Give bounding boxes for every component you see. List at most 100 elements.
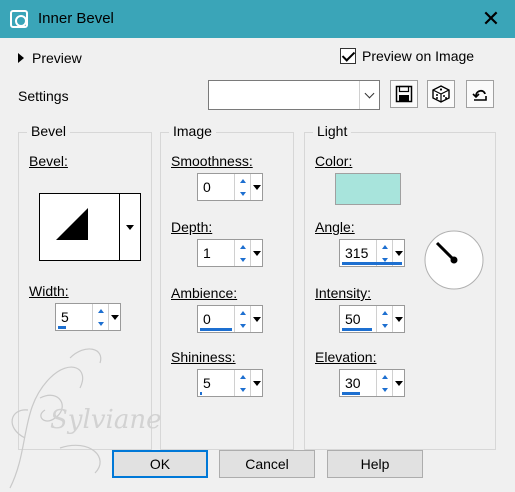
chevron-down-icon[interactable] xyxy=(359,81,379,109)
help-button[interactable]: Help xyxy=(327,450,423,478)
window-title: Inner Bevel xyxy=(38,10,114,27)
preview-on-image-checkbox[interactable]: Preview on Image xyxy=(340,48,474,64)
elevation-progress xyxy=(342,392,360,395)
bevel-shape-dropdown[interactable] xyxy=(119,193,141,261)
light-color-swatch[interactable] xyxy=(335,173,401,205)
randomize-button[interactable] xyxy=(427,80,455,108)
shininess-input[interactable]: 5 xyxy=(198,370,234,396)
arrow-up-icon xyxy=(239,178,246,183)
smoothness-stepper[interactable] xyxy=(234,174,250,200)
ambience-label: Ambience: xyxy=(171,285,238,301)
arrow-down-icon xyxy=(97,321,104,326)
ambience-stepper[interactable] xyxy=(234,306,250,332)
shininess-label: Shininess: xyxy=(171,349,236,365)
depth-input[interactable]: 1 xyxy=(198,240,234,266)
reset-button[interactable] xyxy=(466,80,494,108)
depth-spinner[interactable]: 1 xyxy=(197,239,263,267)
width-slider-dropdown[interactable] xyxy=(108,304,120,330)
intensity-value: 50 xyxy=(345,311,361,327)
image-group: Image Smoothness: 0 Depth: 1 Ambience: 0… xyxy=(160,123,294,450)
intensity-slider-dropdown[interactable] xyxy=(392,306,404,332)
intensity-progress xyxy=(342,328,372,331)
arrow-down-icon xyxy=(239,323,246,328)
depth-label: Depth: xyxy=(171,219,213,235)
smoothness-value: 0 xyxy=(203,179,211,195)
expand-arrow-icon xyxy=(18,53,24,63)
depth-value: 1 xyxy=(203,245,211,261)
save-preset-button[interactable] xyxy=(390,80,418,108)
dropdown-arrow-icon xyxy=(252,380,261,386)
bevel-shape-icon xyxy=(56,208,88,240)
arrow-up-icon xyxy=(97,308,104,313)
width-spinner[interactable]: 5 xyxy=(55,303,121,331)
ambience-spinner[interactable]: 0 xyxy=(197,305,263,333)
dropdown-arrow-icon xyxy=(252,316,261,322)
width-input[interactable]: 5 xyxy=(56,304,92,330)
dropdown-arrow-icon xyxy=(252,184,261,190)
intensity-label: Intensity: xyxy=(315,285,372,301)
dropdown-arrow-icon xyxy=(110,314,119,320)
shininess-slider-dropdown[interactable] xyxy=(250,370,262,396)
light-group-title: Light xyxy=(313,123,352,139)
arrow-up-icon xyxy=(381,310,388,315)
arrow-up-icon xyxy=(239,310,246,315)
width-label: Width: xyxy=(29,283,69,299)
arrow-down-icon xyxy=(239,387,246,392)
dropdown-arrow-icon xyxy=(394,250,403,256)
dropdown-arrow-icon xyxy=(126,224,134,230)
settings-label: Settings xyxy=(18,88,69,104)
cancel-button[interactable]: Cancel xyxy=(219,450,315,478)
intensity-stepper[interactable] xyxy=(376,306,392,332)
shininess-stepper[interactable] xyxy=(234,370,250,396)
arrow-up-icon xyxy=(381,244,388,249)
width-stepper[interactable] xyxy=(92,304,108,330)
color-label: Color: xyxy=(315,153,353,169)
bevel-shape-preview[interactable] xyxy=(39,193,119,261)
ok-button[interactable]: OK xyxy=(112,450,208,478)
dropdown-arrow-icon xyxy=(394,316,403,322)
width-progress xyxy=(58,326,66,329)
smoothness-input[interactable]: 0 xyxy=(198,174,234,200)
arrow-down-icon xyxy=(239,191,246,196)
shininess-value: 5 xyxy=(203,375,211,391)
angle-spinner[interactable]: 315 xyxy=(339,239,405,267)
smoothness-label: Smoothness: xyxy=(171,153,253,169)
close-button[interactable]: ✕ xyxy=(473,3,509,35)
intensity-input[interactable]: 50 xyxy=(340,306,376,332)
angle-input[interactable]: 315 xyxy=(340,240,402,266)
dice-icon xyxy=(432,85,450,103)
dropdown-arrow-icon xyxy=(394,380,403,386)
arrow-up-icon xyxy=(239,244,246,249)
ambience-value: 0 xyxy=(203,311,211,327)
ambience-input[interactable]: 0 xyxy=(198,306,234,332)
arrow-up-icon xyxy=(381,374,388,379)
settings-dropdown[interactable] xyxy=(208,80,380,110)
elevation-slider-dropdown[interactable] xyxy=(392,370,404,396)
light-group: Light Color: Angle: 315 Intensity: 50 El… xyxy=(304,123,496,450)
arrow-down-icon xyxy=(381,323,388,328)
preview-on-image-label: Preview on Image xyxy=(362,48,475,64)
depth-slider-dropdown[interactable] xyxy=(250,240,262,266)
smoothness-spinner[interactable]: 0 xyxy=(197,173,263,201)
shininess-spinner[interactable]: 5 xyxy=(197,369,263,397)
depth-stepper[interactable] xyxy=(234,240,250,266)
arrow-down-icon xyxy=(239,257,246,262)
arrow-up-icon xyxy=(239,374,246,379)
ambience-slider-dropdown[interactable] xyxy=(250,306,262,332)
intensity-spinner[interactable]: 50 xyxy=(339,305,405,333)
ambience-progress xyxy=(200,328,232,331)
checkbox-checked-icon xyxy=(340,48,356,64)
preview-label: Preview xyxy=(32,50,82,66)
elevation-input[interactable]: 30 xyxy=(340,370,376,396)
width-value: 5 xyxy=(61,309,69,325)
elevation-spinner[interactable]: 30 xyxy=(339,369,405,397)
bevel-group-title: Bevel xyxy=(27,123,71,139)
preview-expander[interactable]: Preview xyxy=(18,50,82,66)
elevation-stepper[interactable] xyxy=(376,370,392,396)
bevel-group: Bevel Bevel: Width: 5 xyxy=(18,123,152,450)
close-icon: ✕ xyxy=(481,6,501,31)
app-icon xyxy=(10,10,28,28)
smoothness-slider-dropdown[interactable] xyxy=(250,174,262,200)
elevation-label: Elevation: xyxy=(315,349,377,365)
angle-dial[interactable] xyxy=(423,229,485,291)
